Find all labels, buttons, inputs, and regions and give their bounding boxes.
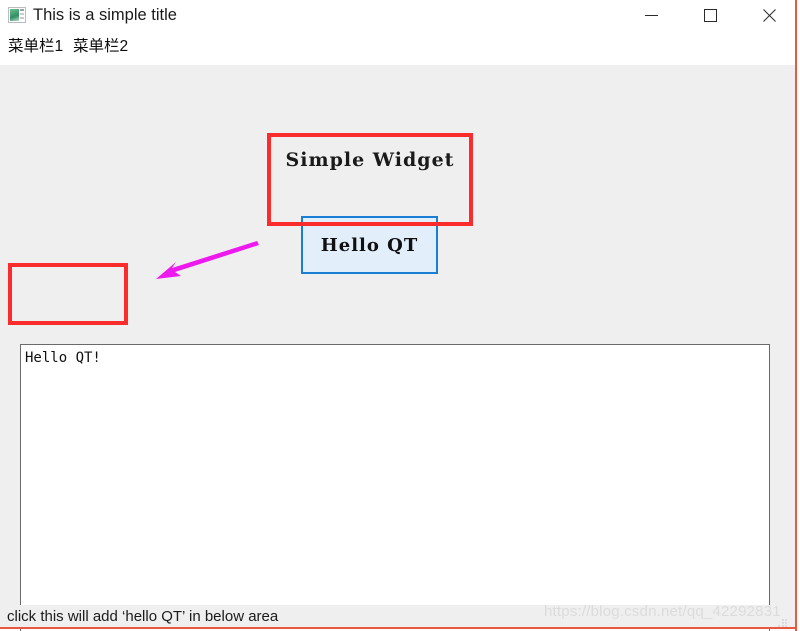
close-icon: [762, 9, 776, 23]
output-textarea[interactable]: Hello QT!: [20, 344, 770, 631]
app-icon-bar-3: [20, 17, 24, 19]
app-icon-panel: [10, 9, 19, 21]
menu-bar: 菜单栏1 菜单栏2: [0, 31, 797, 65]
maximize-button[interactable]: [687, 0, 733, 31]
status-bar: click this will add ‘hello QT’ in below …: [0, 605, 797, 629]
window-border-bottom: [0, 627, 797, 629]
minimize-button[interactable]: [628, 0, 674, 31]
maximize-icon: [703, 9, 717, 22]
window-title: This is a simple title: [33, 6, 177, 24]
title-bar: This is a simple title: [0, 0, 797, 31]
close-button[interactable]: [746, 0, 792, 31]
output-textarea-value: Hello QT!: [25, 350, 101, 366]
menu-item-1[interactable]: 菜单栏1: [8, 35, 63, 59]
minimize-icon: [644, 15, 658, 16]
watermark-logo-icon: [778, 619, 787, 627]
menu-item-2[interactable]: 菜单栏2: [73, 35, 128, 59]
page-title: Simple Widget: [285, 149, 455, 171]
window-border-right: [795, 0, 797, 631]
application-window: This is a simple title 菜单栏1 菜单栏2 Simple …: [0, 0, 800, 631]
app-icon-bar-1: [20, 9, 24, 11]
central-widget: Simple Widget Hello QT Hello QT!: [0, 65, 797, 631]
status-bar-text: click this will add ‘hello QT’ in below …: [7, 608, 279, 625]
app-window-icon: [8, 7, 26, 23]
app-icon-bar-2: [20, 13, 24, 15]
hello-qt-button[interactable]: Hello QT: [301, 216, 438, 274]
